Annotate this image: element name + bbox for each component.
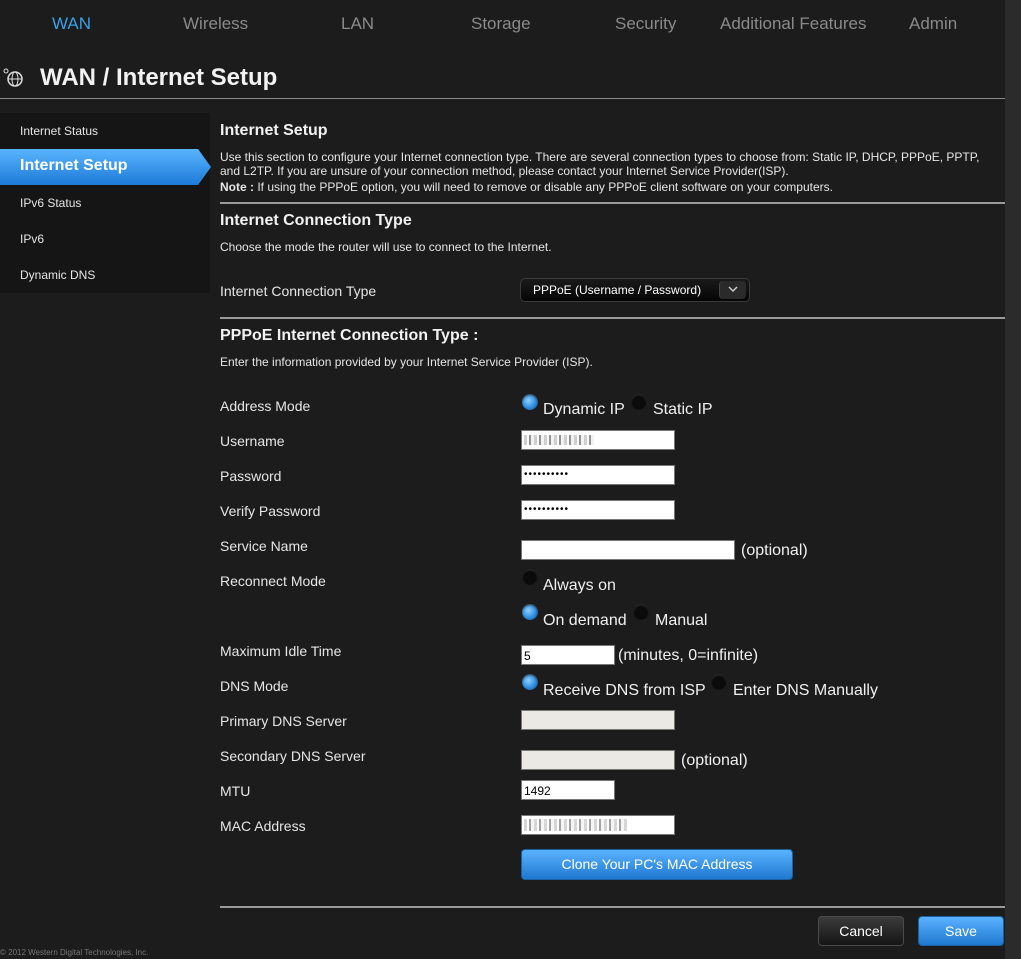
connection-type-description: Choose the mode the router will use to c… [220, 240, 552, 254]
dns-manual-text: Enter DNS Manually [733, 682, 878, 699]
dns-receive-text: Receive DNS from ISP [543, 682, 706, 699]
internet-setup-description: Use this section to configure your Inter… [220, 150, 980, 178]
divider [220, 202, 1005, 204]
cancel-button[interactable]: Cancel [818, 916, 904, 946]
verify-password-input[interactable]: •••••••••• [521, 500, 675, 520]
reconnect-manual-text: Manual [655, 612, 708, 629]
primary-dns-input[interactable] [521, 710, 675, 730]
address-mode-dynamic-radio[interactable] [522, 394, 538, 410]
connection-type-value: PPPoE (Username / Password) [533, 283, 702, 297]
reconnect-manual-radio[interactable] [633, 604, 649, 620]
secondary-dns-input[interactable] [521, 750, 675, 770]
primary-dns-label: Primary DNS Server [220, 713, 347, 729]
username-input[interactable] [521, 430, 675, 450]
mac-address-input[interactable] [521, 815, 675, 835]
address-mode-static-radio[interactable] [631, 394, 647, 410]
tab-additional-features[interactable]: Additional Features [720, 14, 866, 34]
secondary-dns-hint: (optional) [681, 752, 748, 769]
save-button[interactable]: Save [918, 916, 1004, 946]
service-name-hint: (optional) [741, 542, 808, 559]
address-mode-static-text: Static IP [653, 401, 713, 418]
footer-copyright: © 2012 Western Digital Technologies, Inc… [0, 948, 149, 957]
sidebar-item-ipv6[interactable]: IPv6 [0, 221, 210, 257]
password-label: Password [220, 468, 282, 484]
connection-type-label: Internet Connection Type [220, 283, 377, 299]
tab-wan[interactable]: WAN [52, 14, 91, 34]
tab-security[interactable]: Security [615, 14, 676, 34]
reconnect-mode-label: Reconnect Mode [220, 573, 326, 589]
reconnect-always-on-radio[interactable] [522, 569, 538, 585]
max-idle-time-label: Maximum Idle Time [220, 643, 342, 659]
top-nav: WAN Wireless LAN Storage Security Additi… [0, 0, 1005, 50]
connection-type-select[interactable]: PPPoE (Username / Password) [520, 278, 750, 302]
tab-admin[interactable]: Admin [909, 14, 957, 34]
address-mode-label: Address Mode [220, 398, 311, 414]
sidebar-item-internet-setup[interactable]: Internet Setup [0, 149, 210, 185]
service-name-input[interactable] [521, 540, 735, 560]
globe-icon [3, 68, 23, 87]
internet-setup-note: Note : If using the PPPoE option, you wi… [220, 180, 1000, 194]
max-idle-time-input[interactable]: 5 [521, 645, 615, 665]
address-mode-dynamic-text: Dynamic IP [543, 401, 625, 418]
tab-wireless[interactable]: Wireless [183, 14, 248, 34]
mtu-label: MTU [220, 783, 251, 799]
internet-setup-title: Internet Setup [220, 122, 328, 139]
reconnect-on-demand-radio[interactable] [522, 604, 538, 620]
redacted-mac-address [524, 819, 628, 831]
sidebar-item-internet-status[interactable]: Internet Status [0, 113, 210, 149]
divider [220, 317, 1005, 319]
connection-type-title: Internet Connection Type [220, 212, 412, 229]
mac-address-label: MAC Address [220, 818, 306, 834]
dns-receive-radio[interactable] [522, 674, 538, 690]
tab-lan[interactable]: LAN [341, 14, 374, 34]
note-text: If using the PPPoE option, you will need… [254, 180, 833, 194]
sidebar-item-ipv6-status[interactable]: IPv6 Status [0, 185, 210, 221]
reconnect-always-on-text: Always on [543, 577, 616, 594]
secondary-dns-label: Secondary DNS Server [220, 748, 366, 764]
divider [220, 906, 1005, 908]
sidebar-item-dynamic-dns[interactable]: Dynamic DNS [0, 257, 210, 293]
verify-password-label: Verify Password [220, 503, 321, 519]
dns-manual-radio[interactable] [711, 674, 727, 690]
pppoe-description: Enter the information provided by your I… [220, 355, 593, 369]
dns-mode-label: DNS Mode [220, 678, 289, 694]
username-label: Username [220, 433, 285, 449]
mtu-input[interactable]: 1492 [521, 780, 615, 800]
reconnect-on-demand-text: On demand [543, 612, 627, 629]
page-title: WAN / Internet Setup [40, 64, 278, 91]
pppoe-title: PPPoE Internet Connection Type : [220, 327, 479, 344]
chevron-down-icon [719, 281, 746, 299]
clone-mac-button[interactable]: Clone Your PC's MAC Address [521, 849, 793, 880]
service-name-label: Service Name [220, 538, 308, 554]
note-label: Note : [220, 180, 254, 194]
scrollbar[interactable] [1005, 0, 1021, 959]
page-header: WAN / Internet Setup [0, 60, 1005, 99]
tab-storage[interactable]: Storage [471, 14, 531, 34]
password-input[interactable]: •••••••••• [521, 465, 675, 485]
max-idle-time-hint: (minutes, 0=infinite) [618, 647, 759, 664]
redacted-username [524, 435, 594, 445]
